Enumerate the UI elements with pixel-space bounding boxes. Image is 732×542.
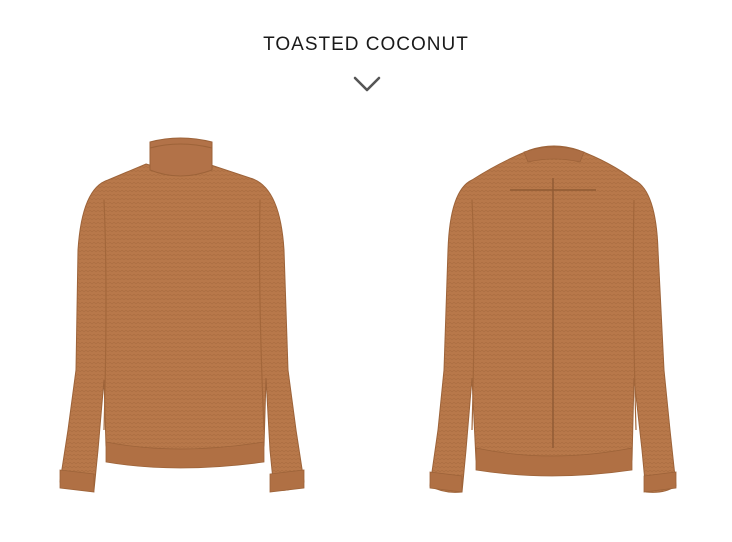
product-color-section: TOASTED COCONUT bbox=[0, 0, 732, 542]
sweater-front-image bbox=[59, 137, 305, 493]
chevron-down-icon[interactable] bbox=[352, 74, 382, 94]
color-name-title: TOASTED COCONUT bbox=[263, 34, 469, 55]
sweater-back-image bbox=[429, 145, 677, 493]
